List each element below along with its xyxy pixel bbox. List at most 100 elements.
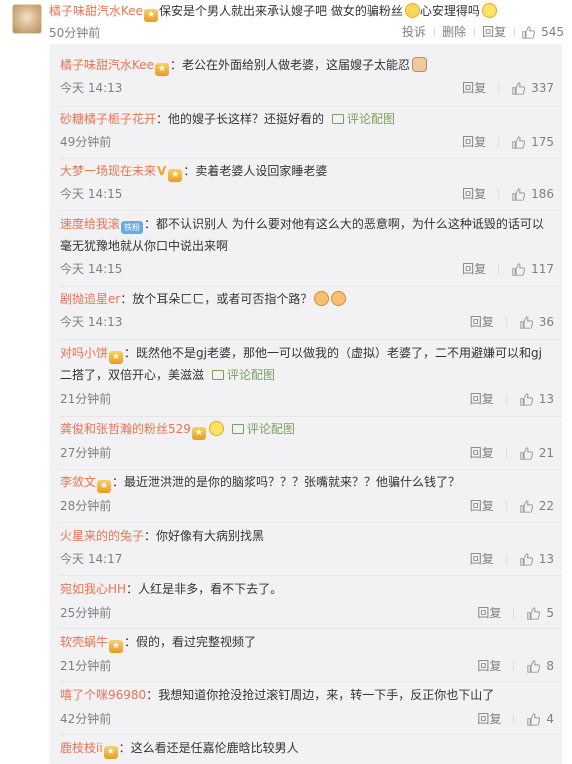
- reply-button[interactable]: 回复: [458, 445, 506, 461]
- reply-button[interactable]: 回复: [465, 711, 513, 727]
- reply-text-line: 李敛文 ★ ：最近泄洪泄的是你的脑浆吗？？？张嘴就来？？他骗什么钱了？: [60, 473, 460, 493]
- like-button[interactable]: 117: [498, 261, 562, 277]
- main-comment-text: 保安是个男人就出来承认嫂子吧 做女的骗粉丝: [159, 4, 403, 18]
- reply-list: 橘子味甜汽水Kee ★ ：老公在外面给别人做老婆，这届嫂子太能忍 今天 14:13 …: [50, 44, 562, 764]
- thumbs-up-icon: [512, 135, 526, 149]
- reply-author[interactable]: 对吗小饼: [60, 346, 108, 360]
- reply-item: 嘻了个咪96980：我想知道你抢没抢过滚钉周边，来，转一下手，反正你也下山了 4…: [50, 681, 562, 733]
- reply-time: 49分钟前: [60, 135, 112, 149]
- main-comment-author[interactable]: 橘子味甜汽水Kee: [49, 4, 143, 18]
- divider: [60, 522, 562, 523]
- divider: [60, 575, 562, 576]
- reply-time: 今天 14:15: [60, 262, 123, 276]
- avatar[interactable]: [12, 4, 42, 34]
- like-button[interactable]: 13: [505, 391, 562, 407]
- reply-time: 28分钟前: [60, 499, 112, 513]
- reply-button[interactable]: 回复: [450, 186, 498, 202]
- vip-badge-icon: ★: [168, 169, 183, 182]
- image-icon: [231, 424, 244, 434]
- divider: [60, 158, 562, 159]
- reply-author[interactable]: 速度给我滚: [60, 217, 120, 231]
- like-count: 5: [546, 606, 554, 620]
- reply-button[interactable]: 回复: [458, 498, 506, 514]
- reply-text: ：这么看还是任嘉伦鹿晗比较男人: [118, 741, 299, 755]
- like-button[interactable]: 4: [513, 711, 562, 727]
- reply-button[interactable]: 回复: [450, 80, 498, 96]
- comment-image-link[interactable]: 评论配图: [212, 368, 275, 382]
- reply-time: 21分钟前: [60, 392, 112, 406]
- reply-author[interactable]: 火星来的的兔子: [60, 529, 144, 543]
- reply-actions: 回复 36: [458, 314, 562, 330]
- reply-author[interactable]: 嘻了个咪96980: [60, 688, 146, 702]
- like-button[interactable]: 8: [513, 658, 562, 674]
- reply-author[interactable]: 砂糖橘子栀子花开: [60, 112, 156, 126]
- fan-badge: 铁粉: [121, 221, 144, 234]
- reply-button[interactable]: 回复: [458, 314, 506, 330]
- thumbs-up-icon: [512, 187, 526, 201]
- report-button[interactable]: 投诉: [394, 24, 434, 40]
- reply-text-line: 橘子味甜汽水Kee ★ ：老公在外面给别人做老婆，这届嫂子太能忍: [60, 56, 428, 76]
- reply-item: 剧抛追星er：放个耳朵ㄈㄈ，或者可否指个路？ 今天 14:13 回复 36: [50, 286, 562, 338]
- comment-image-link[interactable]: 评论配图: [332, 112, 395, 126]
- grin-emoji-icon: [481, 3, 497, 18]
- reply-button[interactable]: 回复: [458, 551, 506, 567]
- reply-item: 鹿枝枝ii ★ ：这么看还是任嘉伦鹿晗比较男人: [50, 734, 562, 764]
- like-button[interactable]: 36: [505, 314, 562, 330]
- reply-text: ：卖着老婆人设回家睡老婆: [183, 164, 328, 178]
- reply-item: 大梦一场现在未来V ★ ：卖着老婆人设回家睡老婆 今天 14:15 回复 186: [50, 158, 562, 210]
- reply-author[interactable]: 鹿枝枝ii: [60, 741, 103, 755]
- reply-author[interactable]: 橘子味甜汽水Kee: [60, 58, 154, 72]
- like-button[interactable]: 21: [505, 445, 562, 461]
- comment-image-label: 评论配图: [347, 112, 396, 126]
- reply-author[interactable]: 大梦一场现在未来: [60, 164, 156, 178]
- reply-text-line: 龚俊和张哲瀚的粉丝529 ★ 评论配图: [60, 420, 295, 440]
- main-comment-time: 50分钟前: [49, 26, 101, 40]
- reply-author[interactable]: 宛如我心HH: [60, 582, 126, 596]
- reply-actions: 回复 117: [450, 261, 562, 277]
- reply-button[interactable]: 回复: [450, 261, 498, 277]
- like-count: 13: [538, 392, 554, 406]
- reply-text-line: 大梦一场现在未来V ★ ：卖着老婆人设回家睡老婆: [60, 162, 327, 182]
- reply-button[interactable]: 回复: [474, 24, 514, 40]
- vip-badge-icon: ★: [109, 351, 124, 364]
- reply-time: 今天 14:17: [60, 552, 123, 566]
- reply-author[interactable]: 李敛文: [60, 475, 96, 489]
- reply-actions: 回复 22: [458, 498, 562, 514]
- like-button[interactable]: 13: [505, 551, 562, 567]
- like-button[interactable]: 175: [498, 134, 562, 150]
- like-count: 36: [538, 315, 554, 329]
- like-button[interactable]: 337: [498, 80, 562, 96]
- thumbs-up-icon: [527, 606, 541, 620]
- reply-text: ：既然他不是gj老婆，那他一可以做我的（虚拟）老婆了，二不用避嫌可以和gj二搭了…: [60, 346, 542, 382]
- thumbs-up-icon: [520, 446, 533, 460]
- like-button[interactable]: 545: [514, 24, 572, 40]
- reply-time: 42分钟前: [60, 712, 112, 726]
- like-count: 117: [531, 262, 554, 276]
- image-icon: [212, 370, 225, 380]
- reply-item: 宛如我心HH：人红是非多，看不下去了。 25分钟前 回复 5: [50, 575, 562, 627]
- divider: [60, 210, 562, 211]
- like-button[interactable]: 5: [513, 605, 562, 621]
- divider: [60, 628, 562, 629]
- reply-button[interactable]: 回复: [458, 391, 506, 407]
- reply-author[interactable]: 龚俊和张哲瀚的粉丝529: [60, 422, 191, 436]
- reply-actions: 回复 8: [465, 658, 562, 674]
- main-comment-line: 橘子味甜汽水Kee ★ 保安是个男人就出来承认嫂子吧 做女的骗粉丝 心安理得吗: [49, 2, 497, 22]
- reply-button[interactable]: 回复: [465, 605, 513, 621]
- reply-author[interactable]: 软壳蜗牛: [60, 635, 108, 649]
- reply-author[interactable]: 剧抛追星er: [60, 292, 120, 306]
- reply-actions: 回复 13: [458, 551, 562, 567]
- reply-button[interactable]: 回复: [450, 134, 498, 150]
- reply-item: 速度给我滚 铁粉 ：都不认识别人 为什么要对他有这么大的恶意啊，为什么这种诋毁的话可…: [50, 210, 562, 285]
- thumbs-up-icon: [527, 659, 541, 673]
- image-icon: [332, 114, 345, 124]
- reply-button[interactable]: 回复: [465, 658, 513, 674]
- like-button[interactable]: 22: [505, 498, 562, 514]
- comment-image-link[interactable]: 评论配图: [231, 422, 295, 436]
- like-count: 8: [546, 659, 554, 673]
- like-button[interactable]: 186: [498, 186, 562, 202]
- delete-button[interactable]: 删除: [434, 24, 474, 40]
- reply-text-line: 砂糖橘子栀子花开：他的嫂子长这样？还挺好看的 评论配图: [60, 110, 395, 128]
- reply-actions: 回复 4: [465, 711, 562, 727]
- thumbs-up-icon: [520, 392, 533, 406]
